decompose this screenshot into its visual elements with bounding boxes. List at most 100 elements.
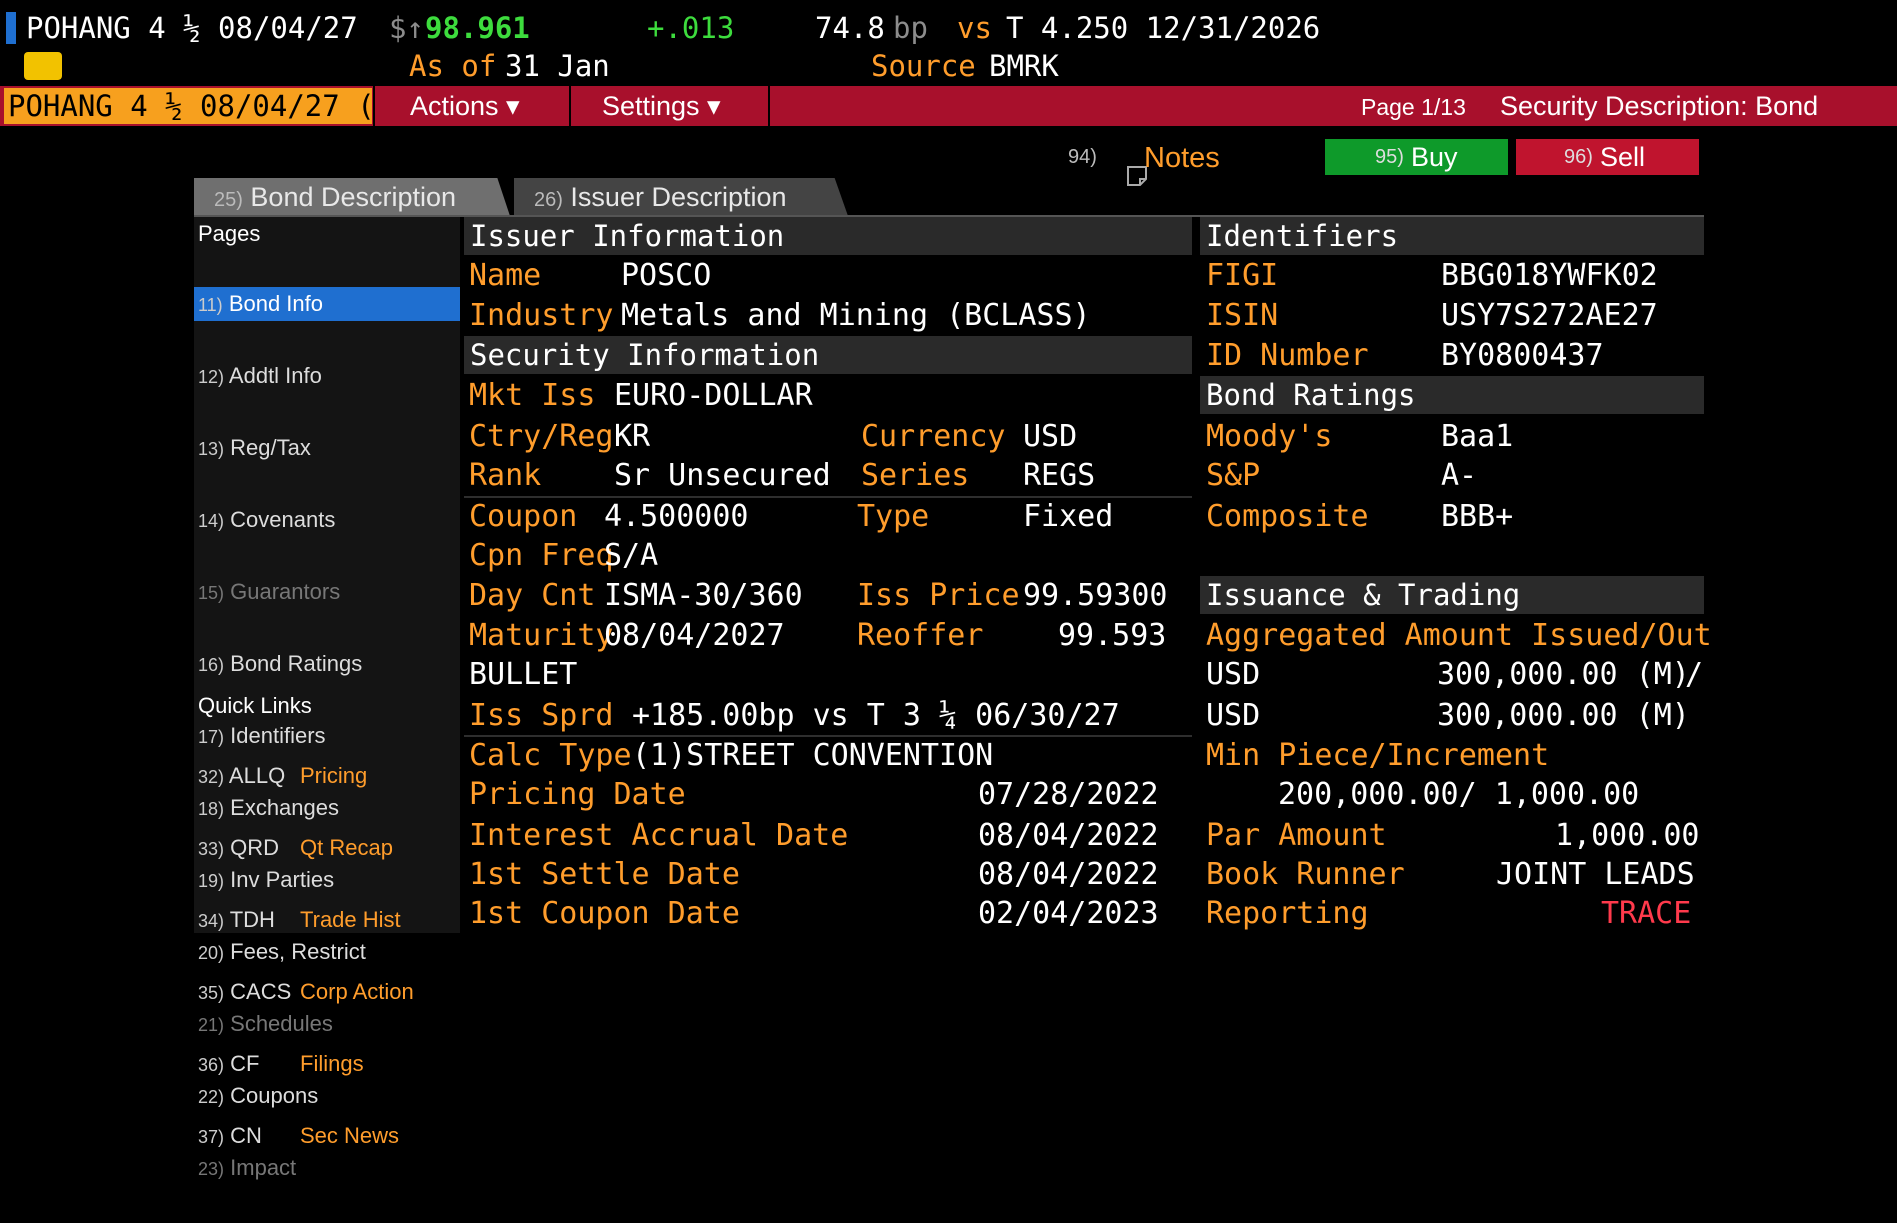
price-symbol: $↑ — [389, 11, 424, 45]
industry-label: Industry — [469, 298, 614, 333]
issuer-name-value: POSCO — [621, 258, 712, 293]
currency-label: Currency — [861, 419, 1006, 454]
divider — [464, 496, 1192, 498]
mkt-iss-label: Mkt Iss — [469, 378, 596, 413]
source-label: Source — [871, 49, 976, 83]
first-coupon-label: 1st Coupon Date — [469, 896, 740, 931]
quick-link-cn[interactable]: 37) CN Sec News — [194, 1119, 460, 1153]
vs-label: vs — [957, 11, 992, 45]
notes-num: 94) — [1068, 146, 1097, 168]
price-change: +.013 — [647, 11, 735, 45]
reporting-label: Reporting — [1206, 896, 1369, 931]
issuance-trading-header: Issuance & Trading — [1200, 576, 1704, 614]
sidebar-item-bond-info[interactable]: 11) Bond Info — [194, 287, 460, 321]
toolbar-divider — [768, 86, 770, 126]
benchmark: T 4.250 12/31/2026 — [1006, 11, 1321, 45]
spread-unit: bp — [893, 11, 928, 45]
iss-sprd-value: +185.00bp vs T 3 ¼ 06/30/27 — [632, 698, 1120, 733]
settle-date-label: 1st Settle Date — [469, 857, 740, 892]
iss-price-label: Iss Price — [857, 578, 1020, 613]
rank-label: Rank — [469, 458, 542, 493]
security-input[interactable]: POHANG 4 ½ 08/04/27 ( — [4, 88, 372, 124]
accrual-date-label: Interest Accrual Date — [469, 818, 849, 853]
rank-value: Sr Unsecured — [614, 458, 831, 493]
maturity-value: 08/04/2027 — [604, 618, 785, 653]
settings-menu[interactable]: Settings ▾ — [602, 86, 721, 126]
iss-sprd-label: Iss Sprd — [469, 698, 614, 733]
quick-link-tdh[interactable]: 34) TDH Trade Hist — [194, 903, 460, 937]
last-price: 98.961 — [425, 11, 530, 45]
par-amount-value: 1,000.00 — [1555, 818, 1700, 853]
sp-label: S&P — [1206, 458, 1261, 493]
identifiers-header: Identifiers — [1200, 217, 1704, 255]
security-info-header: Security Information — [464, 336, 1192, 374]
composite-label: Composite — [1206, 499, 1369, 534]
moodys-label: Moody's — [1206, 419, 1333, 454]
reoffer-value: 99.593 — [1058, 618, 1167, 653]
outstanding-currency: USD — [1206, 698, 1261, 733]
sidebar-item-guarantors[interactable]: 15) Guarantors — [194, 575, 460, 609]
id-number-value: BY0800437 — [1441, 338, 1604, 373]
quick-link-allq[interactable]: 32) ALLQ Pricing — [194, 759, 460, 793]
series-value: REGS — [1023, 458, 1096, 493]
accrual-date-value: 08/04/2022 — [978, 818, 1159, 853]
currency-value: USD — [1023, 419, 1078, 454]
sidebar: Pages 11) Bond Info 12) Addtl Info 13) R… — [194, 217, 460, 1180]
pricing-date-label: Pricing Date — [469, 777, 686, 812]
first-coupon-value: 02/04/2023 — [978, 896, 1159, 931]
reporting-value[interactable]: TRACE — [1601, 896, 1691, 932]
day-cnt-value: ISMA-30/360 — [604, 578, 803, 613]
sidebar-quick-links-title: Quick Links — [198, 693, 312, 718]
mkt-iss-value: EURO-DOLLAR — [614, 378, 813, 413]
outstanding-amount: 300,000.00 (M) — [1437, 698, 1690, 733]
reoffer-label: Reoffer — [857, 618, 984, 653]
settle-date-value: 08/04/2022 — [978, 857, 1159, 892]
book-runner-label: Book Runner — [1206, 857, 1405, 892]
isin-value: USY7S272AE27 — [1441, 298, 1658, 333]
sidebar-item-reg-tax[interactable]: 13) Reg/Tax — [194, 431, 460, 465]
sidebar-item-bond-ratings[interactable]: 16) Bond Ratings — [194, 647, 460, 681]
coupon-value: 4.500000 — [604, 499, 749, 534]
calc-type-value: (1)STREET CONVENTION — [632, 738, 994, 773]
actions-menu[interactable]: Actions ▾ — [410, 86, 520, 126]
sidebar-pages-title: Pages — [198, 221, 261, 246]
type-value: Fixed — [1023, 499, 1114, 534]
iss-price-value: 99.59300 — [1023, 578, 1168, 613]
sidebar-item-covenants[interactable]: 14) Covenants — [194, 503, 460, 537]
pricing-date-value: 07/28/2022 — [978, 777, 1159, 812]
composite-value: BBB+ — [1441, 499, 1514, 534]
sidebar-item-addtl-info[interactable]: 12) Addtl Info — [194, 359, 460, 393]
isin-label: ISIN — [1206, 298, 1279, 333]
aggregated-amount-label: Aggregated Amount Issued/Out — [1206, 618, 1712, 653]
quick-link-cf[interactable]: 36) CF Filings — [194, 1047, 460, 1081]
min-piece-value: 200,000.00/ 1,000.00 — [1278, 777, 1640, 812]
min-piece-label: Min Piece/Increment — [1206, 738, 1550, 773]
as-of-value: 31 Jan — [505, 49, 610, 83]
issued-separator: / — [1685, 657, 1704, 692]
figi-value: BBG018YWFK02 — [1441, 258, 1658, 293]
day-cnt-label: Day Cnt — [469, 578, 596, 613]
gauge-icon[interactable] — [24, 52, 75, 93]
bond-ratings-header: Bond Ratings — [1200, 376, 1704, 414]
header-ticker[interactable]: POHANG 4 ½ 08/04/27 — [26, 10, 358, 46]
notes-label: Notes — [1144, 142, 1220, 174]
maturity-type: BULLET — [469, 657, 578, 692]
cpn-freq-label: Cpn Freq — [469, 538, 614, 573]
notes-link[interactable]: 94) Notes — [1068, 140, 1220, 186]
issuer-info-header: Issuer Information — [464, 217, 1192, 255]
quick-link-cacs[interactable]: 35) CACS Corp Action — [194, 975, 460, 1009]
quick-link-qrd[interactable]: 33) QRD Qt Recap — [194, 831, 460, 865]
spread-value: 74.8 — [815, 11, 885, 45]
as-of-label: As of — [409, 49, 497, 83]
toolbar-divider — [373, 86, 375, 126]
screen-title: Security Description: Bond — [1500, 91, 1819, 121]
source-value: BMRK — [989, 49, 1059, 83]
tab-bond-description[interactable]: 25) Bond Description — [194, 178, 510, 216]
sell-button[interactable]: 96) Sell — [1516, 139, 1699, 175]
page-indicator: Page 1/13 — [1361, 94, 1466, 120]
tab-issuer-description[interactable]: 26) Issuer Description — [514, 178, 848, 216]
buy-button[interactable]: 95) Buy — [1325, 139, 1508, 175]
security-marker — [6, 12, 16, 44]
type-label: Type — [857, 499, 930, 534]
industry-value: Metals and Mining (BCLASS) — [621, 298, 1091, 333]
